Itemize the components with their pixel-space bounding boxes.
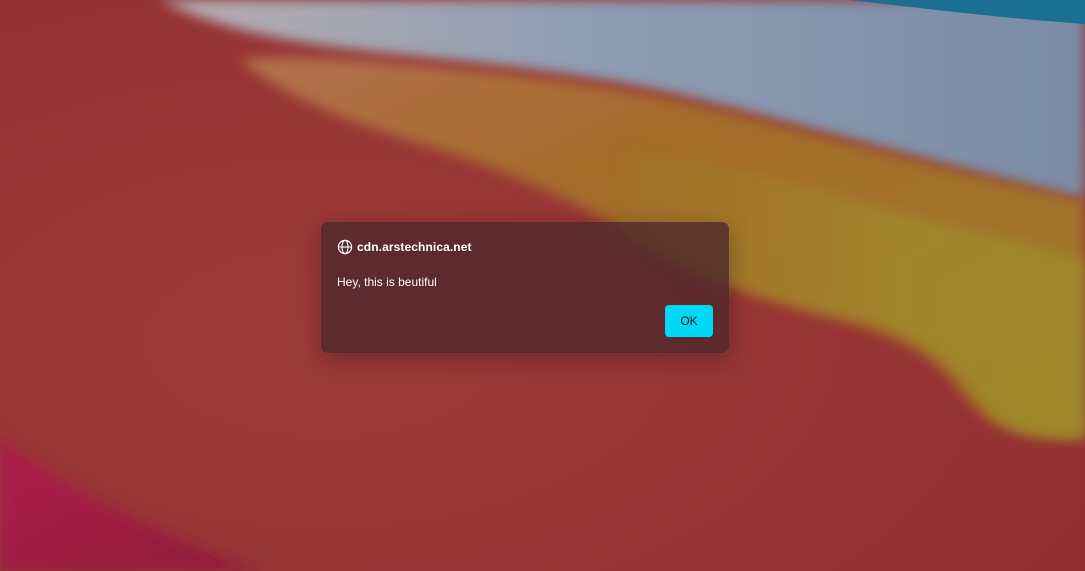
dialog-header: cdn.arstechnica.net — [337, 239, 472, 255]
dialog-origin: cdn.arstechnica.net — [357, 240, 472, 254]
ok-button[interactable]: OK — [665, 305, 713, 337]
globe-icon — [337, 239, 353, 255]
desktop: cdn.arstechnica.net Hey, this is beutifu… — [0, 0, 1085, 571]
dialog-message: Hey, this is beutiful — [337, 275, 437, 289]
alert-dialog: cdn.arstechnica.net Hey, this is beutifu… — [321, 222, 729, 353]
